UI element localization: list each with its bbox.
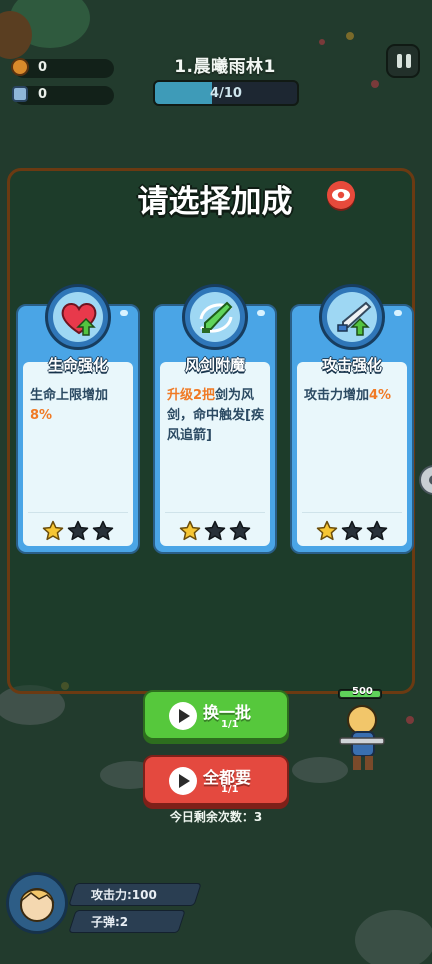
star-empty-icon — [204, 520, 226, 541]
pause-icon-bar — [406, 54, 411, 68]
card-description: 生命上限增加 8% — [30, 386, 128, 426]
coin-icon — [10, 57, 30, 77]
eye-icon — [332, 189, 350, 201]
card-shine — [257, 310, 265, 316]
bonus-card-attack[interactable]: 攻击强化 攻击力增加4% — [290, 284, 414, 554]
crystal-icon — [10, 84, 30, 104]
player-avatar[interactable] — [6, 872, 68, 934]
refresh-count: 1/1 — [221, 719, 239, 730]
remaining-count-text: 今日剩余次数：3 — [169, 810, 263, 824]
description-text: 生命上限增加 — [30, 388, 109, 403]
eye-toggle-button[interactable] — [327, 181, 355, 209]
pause-button[interactable] — [386, 44, 420, 78]
card-divider — [28, 512, 128, 513]
ammo-stat-pill: 子弹:2 — [68, 910, 186, 933]
card-shine — [120, 310, 128, 316]
card-divider — [302, 512, 402, 513]
wind-sword-icon — [199, 301, 233, 333]
resource-2-value: 0 — [38, 87, 48, 102]
card-stars — [155, 520, 275, 542]
star-filled-icon — [179, 520, 201, 541]
ammo-stat-text: 子弹:2 — [91, 915, 129, 929]
attack-stat-pill: 攻击力:100 — [68, 883, 202, 906]
attack-stat-text: 攻击力:100 — [91, 888, 157, 902]
level-name: 1.晨曦雨林1 — [174, 57, 276, 77]
card-description: 升级2把剑为风剑，命中触发[疾风追箭] — [167, 386, 265, 446]
star-filled-icon — [42, 520, 64, 541]
bonus-card-life[interactable]: 生命强化 生命上限增加 8% — [16, 284, 140, 554]
take-all-count: 1/1 — [221, 784, 239, 795]
star-filled-icon — [316, 520, 338, 541]
description-highlight: 4% — [369, 388, 392, 403]
star-empty-icon — [229, 520, 251, 541]
card-name: 生命强化 — [47, 356, 108, 374]
resource-pill-2: 0 — [12, 86, 114, 105]
star-empty-icon — [92, 520, 114, 541]
description-text: 攻击力增加 — [304, 388, 370, 403]
settings-gear-icon[interactable] — [414, 462, 432, 498]
star-empty-icon — [366, 520, 388, 541]
card-divider — [165, 512, 265, 513]
resource-1-value: 0 — [38, 60, 48, 75]
description-highlight: 升级2把 — [167, 388, 216, 403]
ad-play-icon — [169, 702, 197, 730]
ad-play-icon — [169, 767, 197, 795]
description-highlight: 8% — [30, 408, 53, 423]
player-character — [339, 705, 385, 770]
card-shine — [394, 310, 402, 316]
card-icon-ring — [45, 284, 111, 350]
card-description: 攻击力增加4% — [304, 386, 402, 406]
wave-progress-bar: 4/10 — [153, 80, 299, 106]
sword-up-icon — [337, 301, 372, 336]
player-hp-label: 500 — [352, 686, 373, 697]
wave-progress-text: 4/10 — [210, 86, 242, 101]
heart-up-icon — [61, 303, 97, 336]
star-empty-icon — [67, 520, 89, 541]
card-name: 风剑附魔 — [184, 356, 245, 374]
star-empty-icon — [341, 520, 363, 541]
refresh-options-button[interactable]: 换一批 1/1 — [143, 690, 289, 740]
pause-icon — [397, 54, 402, 68]
take-all-button[interactable]: 全都要 1/1 — [143, 755, 289, 805]
card-icon-ring — [182, 284, 248, 350]
bonus-card-wind-sword[interactable]: 风剑附魔 升级2把剑为风剑，命中触发[疾风追箭] — [153, 284, 277, 554]
card-name: 攻击强化 — [321, 356, 382, 374]
card-icon-ring — [319, 284, 385, 350]
card-stars — [18, 520, 138, 542]
resource-pill-1: 0 — [11, 58, 114, 78]
panel-title: 请选择加成 — [137, 184, 293, 220]
card-stars — [292, 520, 412, 542]
hero-portrait-icon — [19, 888, 55, 922]
